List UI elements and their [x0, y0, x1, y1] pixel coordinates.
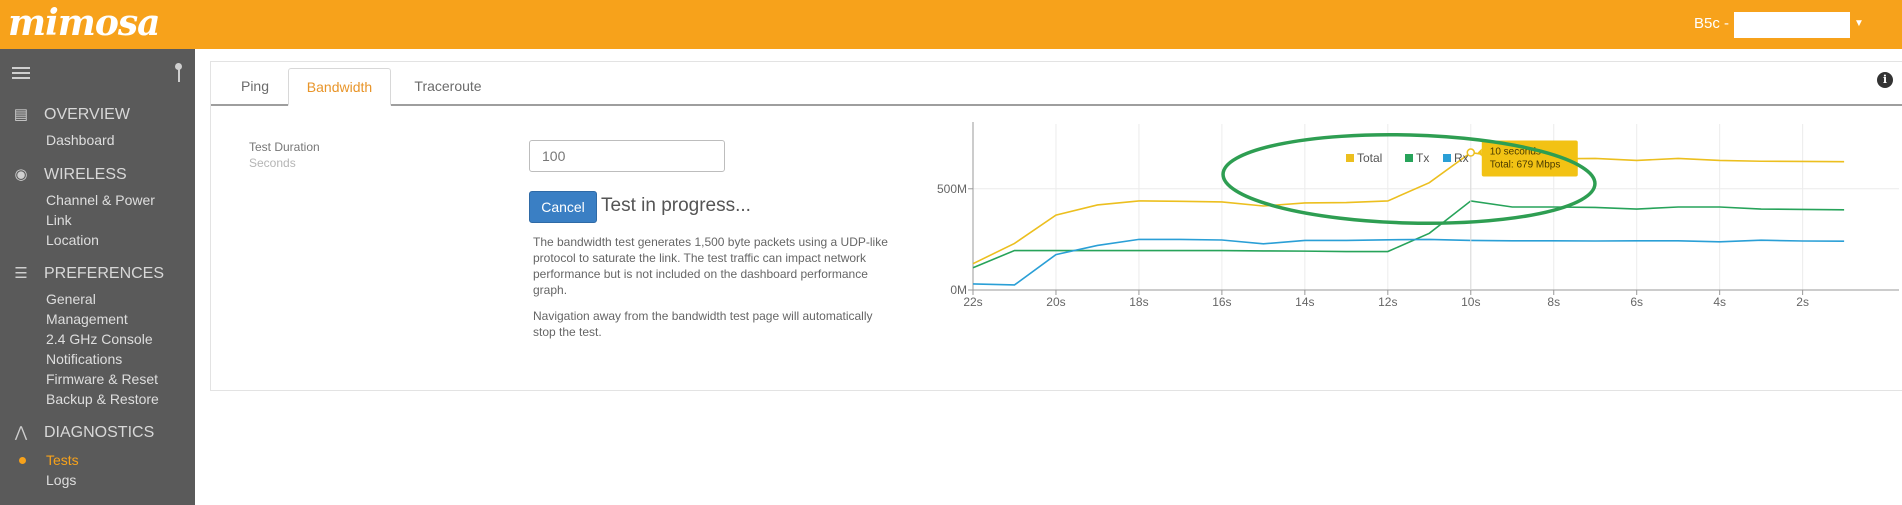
redacted-device-name [1734, 12, 1850, 38]
tooltip-value: Total: 679 Mbps [1490, 160, 1561, 171]
bandwidth-chart: 22s 20s 18s 16s 14s 12s 10s 8s 6s 4s 2s 0M 500M Total… [937, 122, 1899, 309]
sidebar-section-title: WIRELESS [44, 166, 127, 183]
chevron-down-icon[interactable]: ▼ [1854, 14, 1864, 34]
x-tick-label: 8s [1547, 295, 1560, 309]
bandwidth-test-panel: Ping Bandwidth Traceroute i Test Duratio… [210, 61, 1902, 391]
x-tick-label: 16s [1212, 295, 1231, 309]
sidebar-item-channel-power[interactable]: Channel & Power [46, 191, 155, 210]
top-bar: mimosa B5c - F ▼ [0, 0, 1902, 49]
legend-swatch-rx [1443, 154, 1451, 162]
series-line-tx [972, 200, 1845, 269]
x-tick-label: 20s [1046, 295, 1065, 309]
sidebar: ▤ OVERVIEW Dashboard ◉ WIRELESS Channel … [0, 49, 195, 505]
sidebar-item-tests[interactable]: Tests [46, 451, 79, 470]
x-tick-label: 6s [1630, 295, 1643, 309]
x-tick-label: 12s [1378, 295, 1397, 309]
tooltip-pointer [1477, 148, 1482, 157]
y-tick-label: 0M [950, 283, 967, 297]
x-tick-label: 4s [1713, 295, 1726, 309]
y-tick-label: 500M [937, 182, 967, 196]
hamburger-menu-icon[interactable] [12, 67, 30, 81]
sidebar-section-title: OVERVIEW [44, 106, 130, 123]
sidebar-item-dashboard[interactable]: Dashboard [46, 131, 115, 150]
sidebar-item-general[interactable]: General [46, 290, 96, 309]
legend-label-total: Total [1357, 151, 1382, 165]
x-tick-label: 14s [1295, 295, 1314, 309]
sidebar-item-link[interactable]: Link [46, 211, 72, 230]
sidebar-item-notifications[interactable]: Notifications [46, 350, 122, 369]
legend-label-tx: Tx [1416, 151, 1429, 165]
wireless-icon: ◉ [14, 166, 28, 183]
active-item-indicator [19, 457, 26, 464]
sidebar-section-title: DIAGNOSTICS [44, 424, 155, 441]
x-tick-label: 2s [1796, 295, 1809, 309]
series-line-total [972, 151, 1845, 265]
sidebar-section-title: PREFERENCES [44, 265, 165, 282]
x-tick-label: 18s [1129, 295, 1148, 309]
sidebar-item-backup-restore[interactable]: Backup & Restore [46, 390, 159, 409]
tooltip-point [1466, 148, 1476, 157]
x-tick-label: 22s [963, 295, 982, 309]
legend-swatch-total [1346, 154, 1354, 162]
sidebar-item-console[interactable]: 2.4 GHz Console [46, 330, 153, 349]
series-line-rx [972, 238, 1845, 286]
pin-icon[interactable] [174, 63, 182, 83]
sidebar-item-location[interactable]: Location [46, 231, 99, 250]
preferences-icon: ☰ [14, 265, 28, 282]
diagnostics-icon: ⋀ [14, 424, 28, 441]
sidebar-item-firmware-reset[interactable]: Firmware & Reset [46, 370, 158, 389]
sidebar-item-logs[interactable]: Logs [46, 471, 76, 490]
overview-icon: ▤ [13, 106, 29, 123]
legend-swatch-tx [1405, 154, 1413, 162]
legend-label-rx: Rx [1454, 151, 1469, 165]
mimosa-logo[interactable]: mimosa [8, 2, 160, 44]
sidebar-item-management[interactable]: Management [46, 310, 128, 329]
x-tick-label: 10s [1461, 295, 1480, 309]
